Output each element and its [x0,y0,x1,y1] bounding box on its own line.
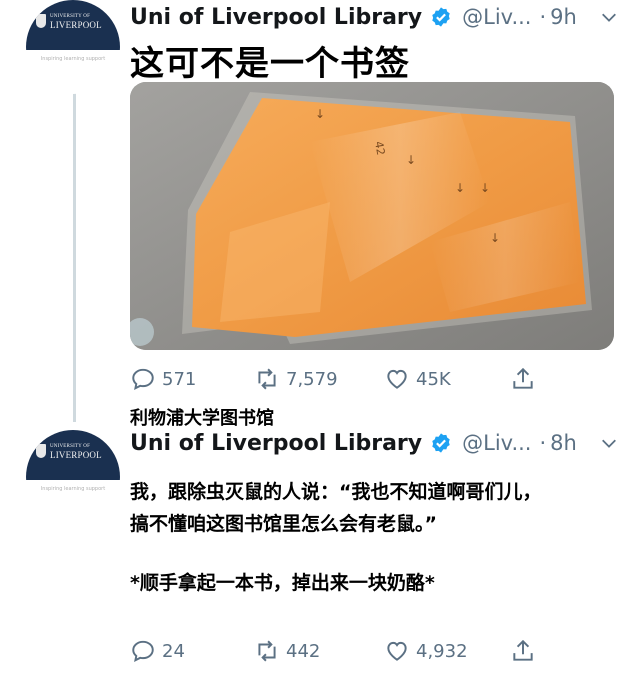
reply-button[interactable]: 24 [130,638,254,664]
avatar-university-name: UNIVERSITY OF LIVERPOOL [50,444,102,460]
timestamp[interactable]: 9h [550,5,577,29]
like-button[interactable]: 4,932 [384,638,510,664]
crest-icon [36,14,46,28]
tweet-actions: 571 7,579 45K [130,366,542,392]
reply-icon [132,640,154,662]
separator-dot: · [539,5,547,29]
reply-button[interactable]: 571 [130,366,254,392]
crest-icon [36,444,46,458]
tweet-body-line-1: 我，跟除虫灭鼠的人说：“我也不知道啊哥们儿， [130,481,542,503]
like-icon [387,641,407,661]
avatar[interactable]: UNIVERSITY OF LIVERPOOL Inspiring learni… [26,0,120,94]
timestamp[interactable]: 8h [550,431,577,455]
tweet-body: 我，跟除虫灭鼠的人说：“我也不知道啊哥们儿， 搞不懂咱这图书馆里怎么会有老鼠。” [130,476,542,540]
author-handle[interactable]: @Liv... [462,5,531,29]
svg-text:↓: ↓ [315,107,325,121]
svg-text:↓: ↓ [480,181,490,195]
share-icon [513,639,533,661]
svg-text:↓: ↓ [490,231,500,245]
svg-text:↓: ↓ [406,153,416,167]
share-button[interactable] [510,366,542,392]
retweet-count: 442 [286,640,321,662]
reply-count: 24 [162,640,185,662]
cheese-slice-image: ↓ 42 ↓ ↓ ↓ ↓ [130,82,614,350]
svg-text:↓: ↓ [455,181,465,195]
share-button[interactable] [510,638,542,664]
avatar-university-name: UNIVERSITY OF LIVERPOOL [50,14,102,30]
reply-icon [132,368,154,390]
retweet-icon [258,368,276,390]
tweet-body-line-2: 搞不懂咱这图书馆里怎么会有老鼠。” [130,513,437,535]
verified-badge-icon [432,433,450,453]
retweet-button[interactable]: 442 [254,638,384,664]
tweet-header: Uni of Liverpool Library @Liv... · 8h [130,426,577,460]
avatar[interactable]: UNIVERSITY OF LIVERPOOL Inspiring learni… [26,430,120,524]
tweet-header: Uni of Liverpool Library @Liv... · 9h [130,0,577,34]
like-button[interactable]: 45K [384,366,510,392]
separator-dot: · [539,431,547,455]
verified-badge-icon [432,7,450,27]
chevron-down-icon[interactable] [600,434,618,452]
like-count: 4,932 [416,640,468,662]
avatar-tagline: Inspiring learning support [40,56,106,62]
retweet-button[interactable]: 7,579 [254,366,384,392]
chevron-down-icon[interactable] [600,8,618,26]
retweet-icon [258,640,276,662]
tweet-caption: 这可不是一个书签 [130,44,410,84]
svg-text:42: 42 [372,140,387,156]
author-name[interactable]: Uni of Liverpool Library [130,5,422,30]
thread-connector-line [73,92,76,422]
like-icon [387,369,407,389]
author-name[interactable]: Uni of Liverpool Library [130,431,422,456]
reply-count: 571 [162,368,197,390]
tweet-photo-cheese-slice[interactable]: ↓ 42 ↓ ↓ ↓ ↓ [130,82,614,350]
author-handle[interactable]: @Liv... [462,431,531,455]
tweet-body-line-3: *顺手拿起一本书，掉出来一块奶酪* [130,572,435,594]
share-icon [513,367,533,389]
like-count: 45K [416,368,451,390]
tweet-actions: 24 442 4,932 [130,638,542,664]
retweet-count: 7,579 [286,368,338,390]
avatar-tagline: Inspiring learning support [40,486,106,492]
